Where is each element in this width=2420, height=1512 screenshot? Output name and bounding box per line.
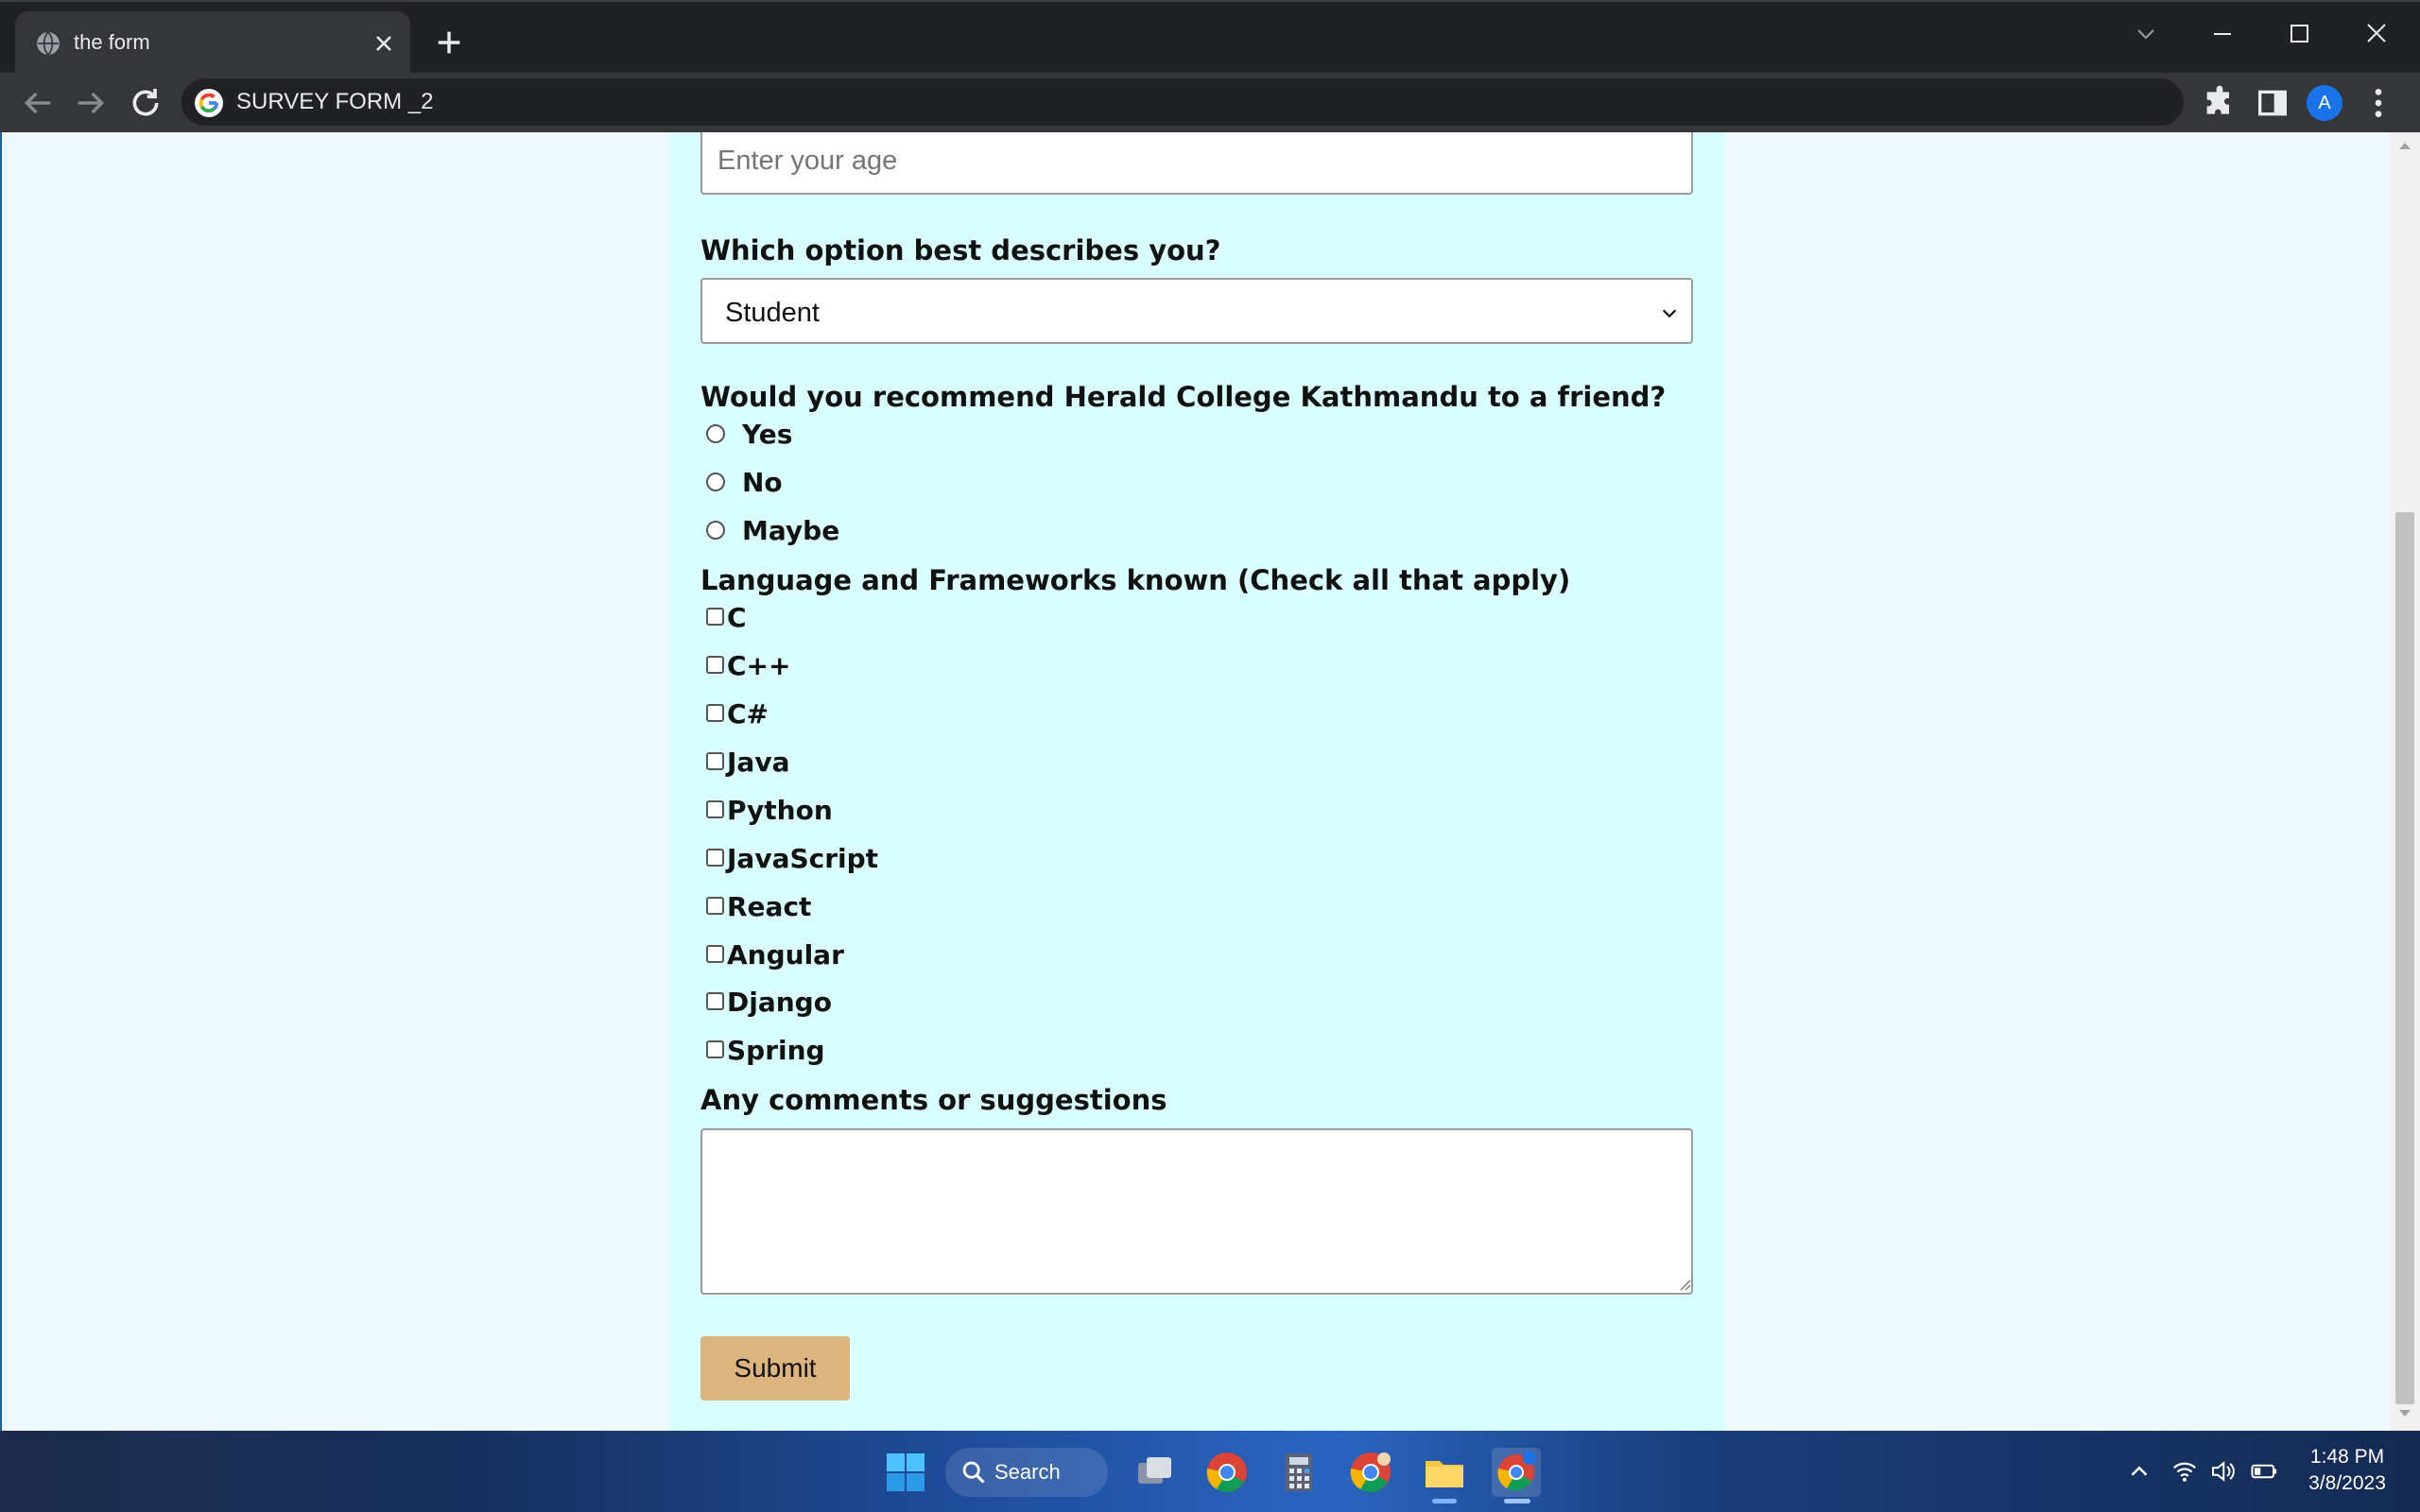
window-close-icon[interactable] (2348, 11, 2405, 57)
checkbox-label: JavaScript (727, 843, 879, 874)
chrome-active-icon[interactable] (1492, 1448, 1541, 1497)
search-icon (962, 1461, 985, 1484)
checkbox-label: C (727, 602, 747, 633)
radio-label: No (742, 467, 783, 498)
google-icon (195, 89, 223, 117)
scroll-up-arrow-icon[interactable] (2397, 140, 2412, 151)
radio-button[interactable] (706, 472, 725, 491)
checkbox-label: C++ (727, 650, 791, 681)
checkbox-label: Django (727, 987, 832, 1018)
radio-button[interactable] (706, 521, 725, 540)
role-label: Which option best describes you? (700, 234, 1221, 266)
address-bar[interactable]: SURVEY FORM _2 (182, 78, 2184, 126)
task-view-icon[interactable] (1131, 1448, 1180, 1497)
comments-label: Any comments or suggestions (700, 1084, 1167, 1116)
minimize-icon[interactable] (2193, 11, 2250, 57)
chrome-profile-icon[interactable] (1346, 1448, 1395, 1497)
checkbox[interactable] (706, 897, 724, 915)
radio-button[interactable] (706, 424, 725, 443)
age-input[interactable] (700, 132, 1693, 195)
checkbox[interactable] (706, 656, 724, 674)
browser-tab[interactable]: the form (15, 11, 410, 75)
checkbox[interactable] (706, 608, 724, 626)
checkbox[interactable] (706, 1040, 724, 1058)
new-tab-icon[interactable] (433, 26, 465, 59)
reload-icon[interactable] (127, 84, 164, 122)
system-clock[interactable]: 1:48 PM 3/8/2023 (2286, 1444, 2409, 1497)
recommend-label: Would you recommend Herald College Kathm… (700, 381, 1667, 413)
windows-start-icon[interactable] (881, 1448, 930, 1497)
profile-avatar[interactable]: A (2307, 85, 2342, 121)
chevron-up-icon[interactable] (2125, 1457, 2153, 1486)
calculator-icon[interactable] (1274, 1448, 1323, 1497)
globe-icon (37, 31, 60, 56)
checkbox[interactable] (706, 992, 724, 1010)
checkbox[interactable] (706, 704, 724, 722)
checkbox-label: C# (727, 698, 769, 730)
checkbox-label: Angular (727, 939, 844, 971)
role-selected-value: Student (725, 298, 820, 328)
checkbox-label: Java (727, 747, 790, 778)
search-label: Search (994, 1460, 1061, 1484)
browser-toolbar: SURVEY FORM _2 A (0, 73, 2420, 132)
checkbox[interactable] (706, 849, 724, 867)
role-select[interactable]: Student (700, 278, 1693, 344)
vertical-scrollbar[interactable] (2390, 132, 2420, 1431)
checkbox-label: React (727, 891, 812, 922)
checkbox[interactable] (706, 752, 724, 770)
scrollbar-thumb[interactable] (2395, 512, 2414, 1404)
running-indicator (1432, 1499, 1457, 1503)
address-text: SURVEY FORM _2 (236, 89, 434, 114)
checkbox-label: Spring (727, 1035, 825, 1066)
checkbox[interactable] (706, 800, 724, 818)
extensions-icon[interactable] (2201, 84, 2238, 122)
clock-date: 3/8/2023 (2308, 1472, 2386, 1494)
checkbox[interactable] (706, 945, 724, 963)
volume-icon[interactable] (2208, 1457, 2237, 1486)
menu-kebab-icon[interactable] (2360, 84, 2397, 122)
survey-form: Which option best describes you? Student… (668, 132, 1725, 1431)
maximize-icon[interactable] (2271, 11, 2327, 57)
tab-title: the form (74, 30, 150, 54)
checkbox-label: Python (727, 795, 833, 826)
close-tab-icon[interactable] (371, 30, 397, 57)
battery-icon[interactable] (2250, 1457, 2278, 1486)
clock-time: 1:48 PM (2309, 1446, 2385, 1468)
active-indicator (1504, 1499, 1530, 1503)
scroll-down-arrow-icon[interactable] (2397, 1408, 2412, 1419)
resize-grip-icon[interactable] (1678, 1278, 1691, 1291)
windows-taskbar: Search 1:48 PM 3/8/2023 (0, 1431, 2420, 1512)
browser-titlebar: the form (0, 0, 2420, 75)
chevron-down-icon (1662, 309, 1677, 318)
forward-icon[interactable] (72, 84, 110, 122)
file-explorer-icon[interactable] (1420, 1448, 1469, 1497)
submit-button[interactable]: Submit (700, 1336, 850, 1400)
page-viewport: Which option best describes you? Student… (0, 132, 2392, 1431)
comments-textarea[interactable] (700, 1128, 1693, 1295)
radio-label: Maybe (742, 515, 840, 546)
side-panel-icon[interactable] (2254, 84, 2291, 122)
languages-label: Language and Frameworks known (Check all… (700, 564, 1571, 596)
taskbar-search[interactable]: Search (945, 1448, 1108, 1497)
wifi-icon[interactable] (2170, 1457, 2199, 1486)
chrome-icon[interactable] (1202, 1448, 1252, 1497)
radio-label: Yes (742, 419, 793, 450)
back-icon[interactable] (19, 84, 57, 122)
tab-search-icon[interactable] (2118, 11, 2174, 57)
